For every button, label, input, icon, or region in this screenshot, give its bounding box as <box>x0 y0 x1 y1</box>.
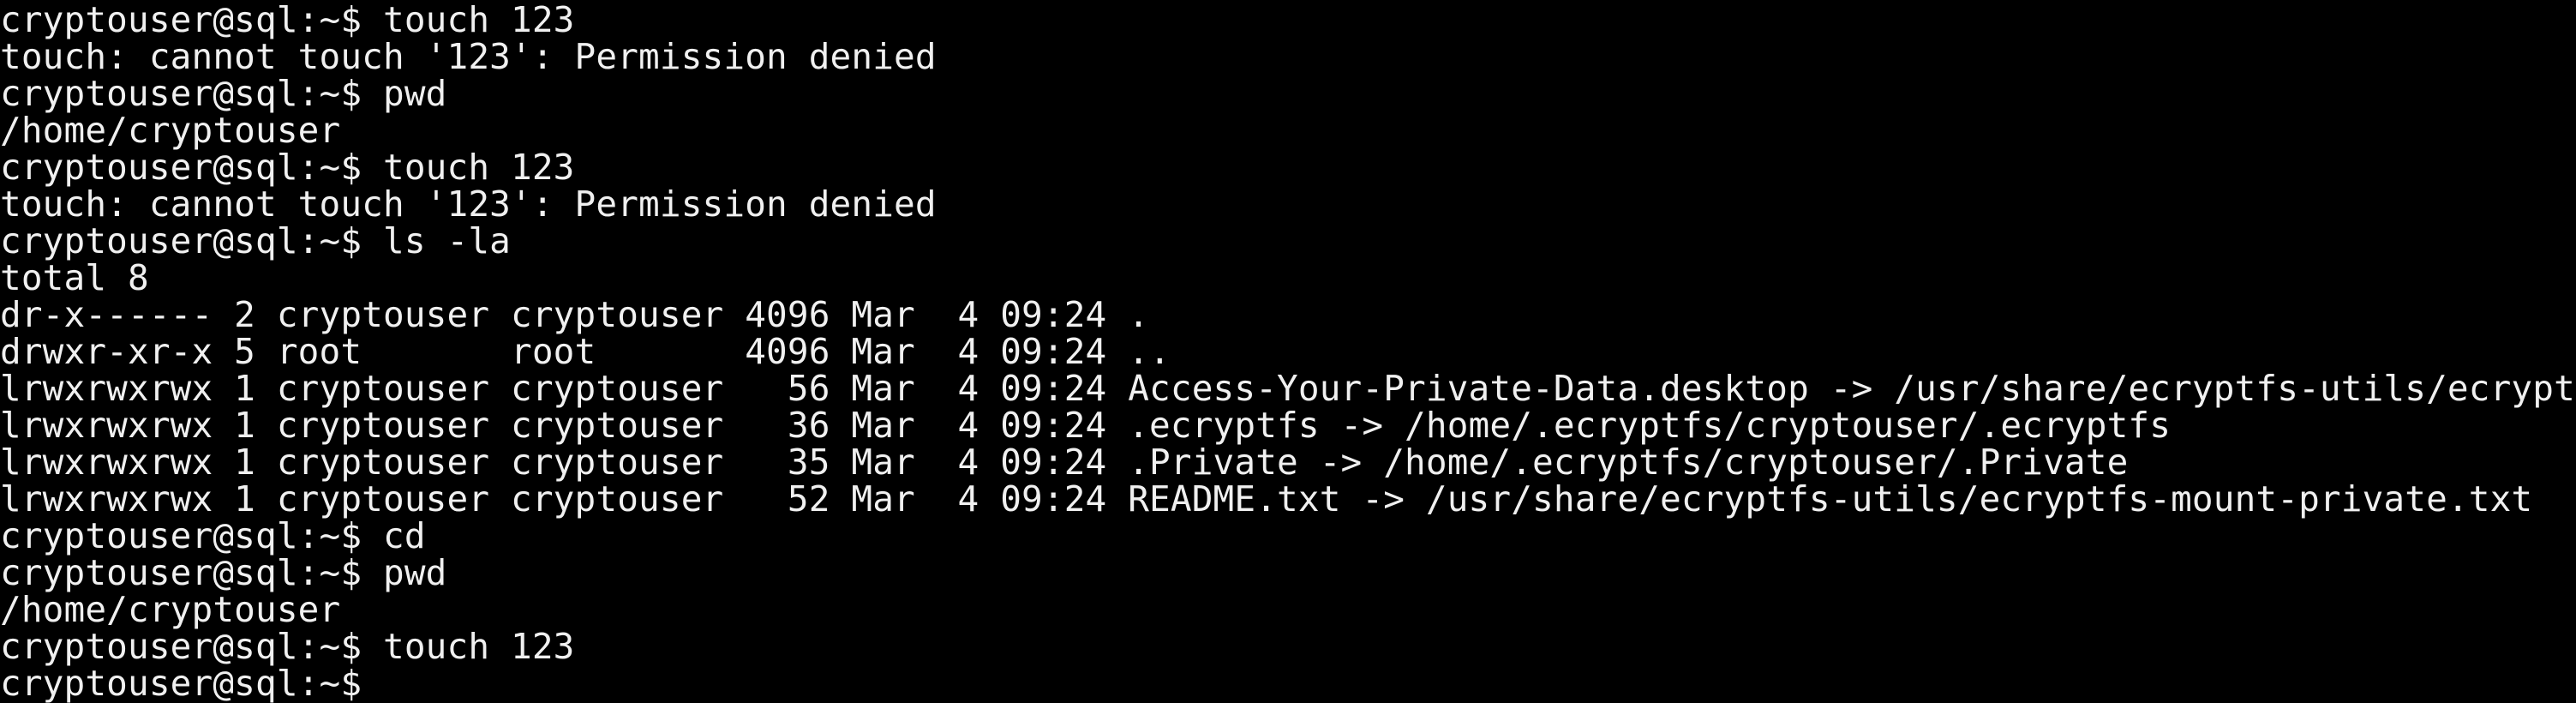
terminal-line: cryptouser@sql:~$ pwd <box>0 552 447 593</box>
terminal-line: /home/cryptouser <box>0 110 341 151</box>
terminal-window[interactable]: cryptouser@sql:~$ touch 123 touch: canno… <box>0 0 2576 703</box>
terminal-line: lrwxrwxrwx 1 cryptouser cryptouser 56 Ma… <box>0 368 2575 409</box>
terminal-line: cryptouser@sql:~$ cd <box>0 515 426 556</box>
terminal-line: touch: cannot touch '123': Permission de… <box>0 36 937 77</box>
terminal-line: cryptouser@sql:~$ ls -la <box>0 220 512 261</box>
terminal-line: touch: cannot touch '123': Permission de… <box>0 183 937 225</box>
terminal-line: cryptouser@sql:~$ pwd <box>0 73 447 114</box>
terminal-line: cryptouser@sql:~$ touch 123 <box>0 0 575 40</box>
terminal-prompt-line[interactable]: cryptouser@sql:~$ <box>0 665 362 702</box>
terminal-line: lrwxrwxrwx 1 cryptouser cryptouser 35 Ma… <box>0 442 2129 483</box>
terminal-line: /home/cryptouser <box>0 589 341 630</box>
terminal-line: drwxr-xr-x 5 root root 4096 Mar 4 09:24 … <box>0 331 1171 372</box>
terminal-line: total 8 <box>0 257 149 298</box>
terminal-line: dr-x------ 2 cryptouser cryptouser 4096 … <box>0 294 1150 335</box>
terminal-line: lrwxrwxrwx 1 cryptouser cryptouser 52 Ma… <box>0 478 2533 520</box>
terminal-line: cryptouser@sql:~$ touch 123 <box>0 147 575 188</box>
terminal-line: cryptouser@sql:~$ touch 123 <box>0 626 575 667</box>
terminal-line: lrwxrwxrwx 1 cryptouser cryptouser 36 Ma… <box>0 405 2172 446</box>
